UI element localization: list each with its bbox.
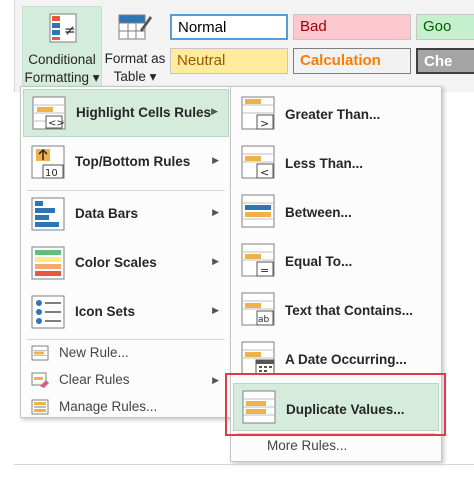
svg-text:ab: ab bbox=[258, 315, 270, 325]
menu-item-top-bottom-rules[interactable]: 10 Top/Bottom Rules ▶ bbox=[23, 139, 229, 187]
menu-item-new-rule[interactable]: New Rule... bbox=[23, 341, 229, 367]
highlight-callout-box bbox=[225, 373, 446, 436]
submenu-item-label: Greater Than... bbox=[285, 107, 381, 122]
menu-item-data-bars[interactable]: Data Bars ▶ bbox=[23, 191, 229, 239]
conditional-formatting-icon: ≠ bbox=[49, 13, 77, 43]
conditional-formatting-menu: <> Highlight Cells Rules ▶ 10 Top/Bottom… bbox=[20, 86, 232, 418]
equal-to-icon: = bbox=[241, 243, 275, 277]
top-bottom-icon: 10 bbox=[31, 145, 65, 179]
menu-item-icon-sets[interactable]: Icon Sets ▶ bbox=[23, 289, 229, 337]
new-rule-icon bbox=[31, 345, 49, 361]
menu-item-label: Top/Bottom Rules bbox=[75, 154, 191, 169]
menu-item-color-scales[interactable]: Color Scales ▶ bbox=[23, 240, 229, 288]
more-rules-label: More Rules... bbox=[267, 438, 348, 453]
svg-text:=: = bbox=[260, 264, 269, 277]
manage-rules-icon bbox=[31, 399, 49, 415]
submenu-arrow-icon: ▶ bbox=[212, 305, 219, 315]
icon-sets-icon bbox=[31, 295, 65, 329]
svg-text:>: > bbox=[260, 117, 269, 130]
svg-text:10: 10 bbox=[45, 168, 58, 179]
svg-text:<>: <> bbox=[48, 118, 65, 129]
style-neutral[interactable]: Neutral bbox=[170, 48, 288, 74]
menu-item-label: New Rule... bbox=[59, 345, 129, 360]
menu-item-label: Highlight Cells Rules bbox=[76, 105, 212, 120]
submenu-arrow-icon: ▶ bbox=[211, 106, 218, 116]
highlight-cells-icon: <> bbox=[32, 96, 66, 130]
greater-than-icon: > bbox=[241, 96, 275, 130]
color-scales-icon bbox=[31, 246, 65, 280]
menu-item-label: Color Scales bbox=[75, 255, 157, 270]
menu-separator bbox=[27, 339, 225, 340]
submenu-item-label: Text that Contains... bbox=[285, 303, 414, 318]
format-as-table-label-2: Table ▾ bbox=[113, 69, 157, 84]
menu-item-highlight-cells-rules[interactable]: <> Highlight Cells Rules ▶ bbox=[23, 89, 229, 137]
conditional-formatting-label-1: Conditional bbox=[28, 52, 96, 67]
submenu-arrow-icon: ▶ bbox=[212, 256, 219, 266]
menu-item-label: Manage Rules... bbox=[59, 399, 158, 414]
clear-rules-icon bbox=[31, 372, 49, 388]
conditional-formatting-button[interactable]: ≠ Conditional Formatting ▾ bbox=[22, 6, 102, 88]
style-calculation[interactable]: Calculation bbox=[293, 48, 411, 74]
data-bars-icon bbox=[31, 197, 65, 231]
date-occurring-icon bbox=[241, 341, 275, 375]
menu-item-clear-rules[interactable]: Clear Rules ▶ bbox=[23, 368, 229, 394]
submenu-item-less-than[interactable]: < Less Than... bbox=[233, 138, 439, 186]
conditional-formatting-label-2: Formatting ▾ bbox=[24, 70, 100, 85]
format-as-table-label-1: Format as bbox=[104, 51, 166, 66]
submenu-item-more-rules[interactable]: More Rules... bbox=[233, 435, 439, 459]
submenu-item-label: A Date Occurring... bbox=[285, 352, 407, 367]
menu-item-label: Clear Rules bbox=[59, 372, 130, 387]
between-icon bbox=[241, 194, 275, 228]
submenu-item-label: Less Than... bbox=[285, 156, 364, 171]
format-as-table-icon bbox=[118, 14, 152, 40]
format-as-table-button[interactable]: Format as Table ▾ bbox=[104, 6, 166, 88]
submenu-item-equal-to[interactable]: = Equal To... bbox=[233, 236, 439, 284]
submenu-item-between[interactable]: Between... bbox=[233, 187, 439, 235]
menu-item-label: Icon Sets bbox=[75, 304, 136, 319]
style-check-cell[interactable]: Che bbox=[416, 48, 474, 74]
style-good[interactable]: Goo bbox=[416, 14, 474, 40]
less-than-icon: < bbox=[241, 145, 275, 179]
submenu-item-label: Equal To... bbox=[285, 254, 353, 269]
style-normal[interactable]: Normal bbox=[170, 14, 288, 40]
submenu-item-label: Between... bbox=[285, 205, 352, 220]
submenu-arrow-icon: ▶ bbox=[212, 155, 219, 165]
worksheet-border bbox=[14, 464, 474, 465]
menu-item-manage-rules[interactable]: Manage Rules... bbox=[23, 395, 229, 421]
svg-text:<: < bbox=[260, 166, 269, 179]
submenu-arrow-icon: ▶ bbox=[212, 207, 219, 217]
submenu-arrow-icon: ▶ bbox=[212, 375, 219, 385]
text-contains-icon: ab bbox=[241, 292, 275, 326]
svg-text:≠: ≠ bbox=[64, 23, 76, 39]
style-bad[interactable]: Bad bbox=[293, 14, 411, 40]
submenu-item-greater-than[interactable]: > Greater Than... bbox=[233, 89, 439, 137]
submenu-item-text-that-contains[interactable]: ab Text that Contains... bbox=[233, 285, 439, 333]
menu-item-label: Data Bars bbox=[75, 206, 139, 221]
